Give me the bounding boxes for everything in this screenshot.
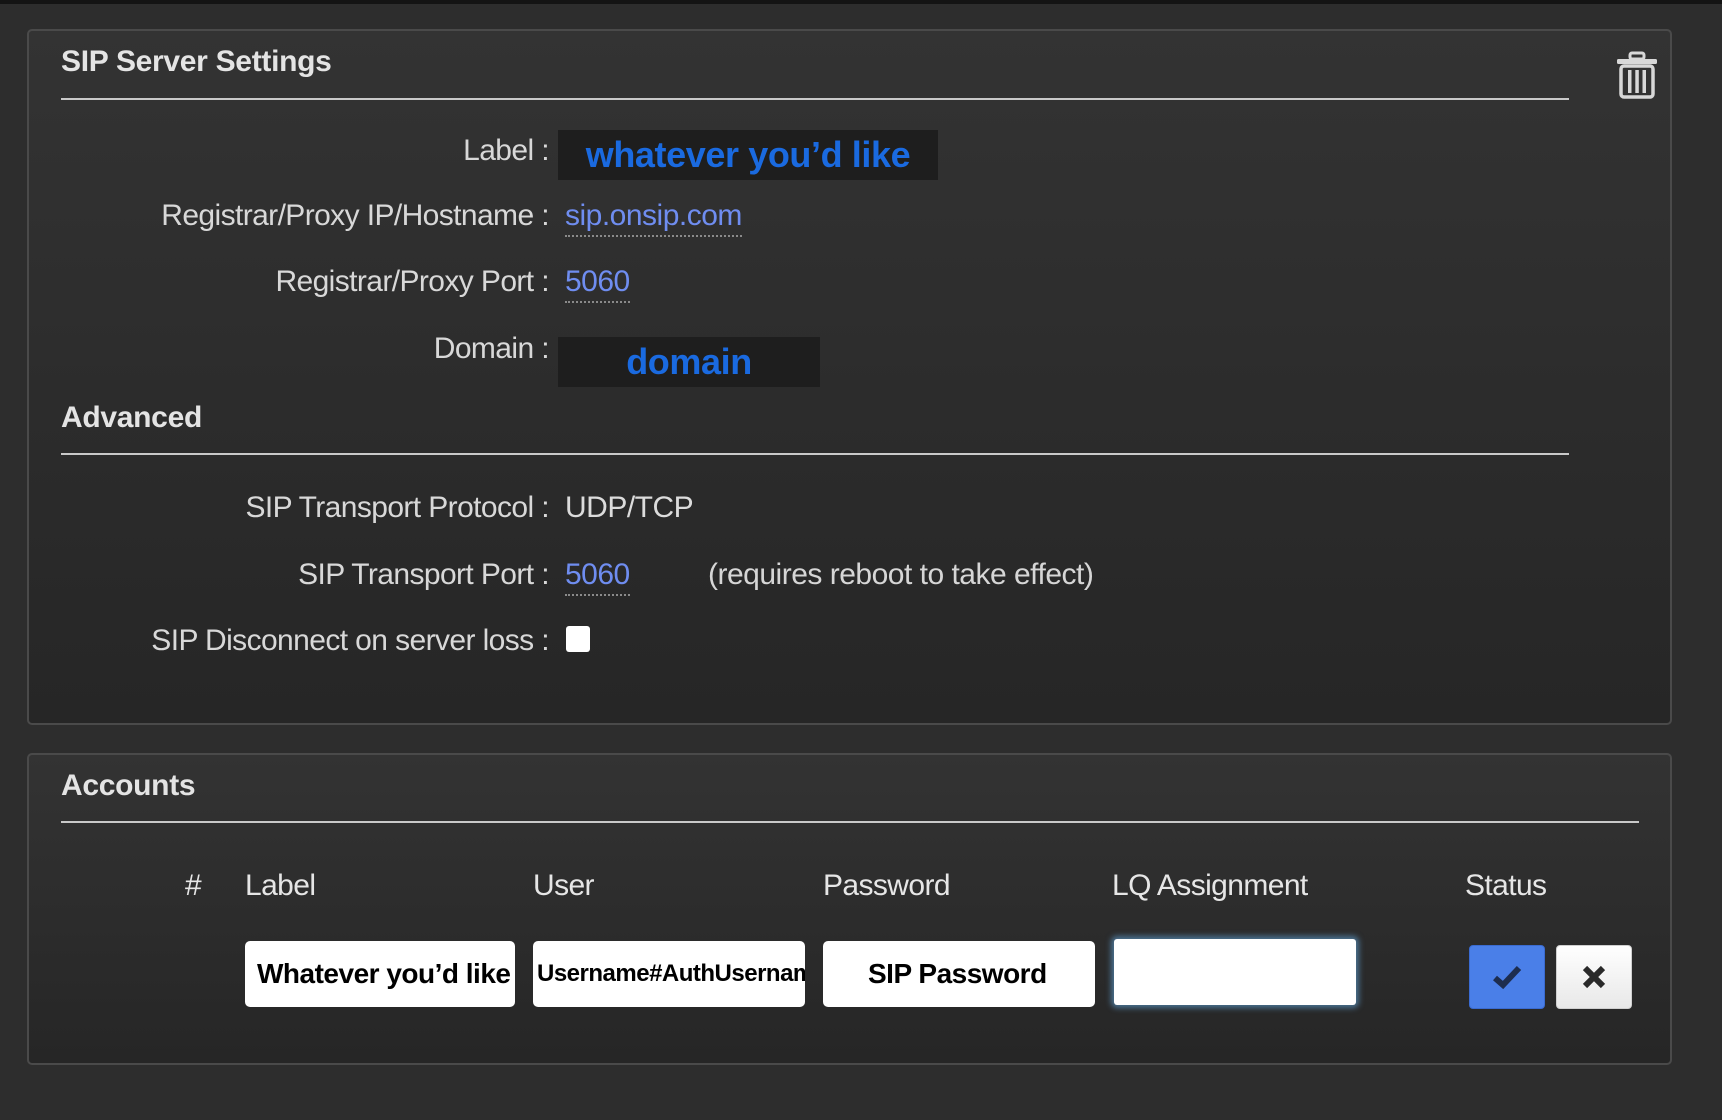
domain-field-label: Domain : <box>433 332 550 365</box>
column-header-password: Password <box>823 869 951 902</box>
sip-server-settings-panel: SIP Server Settings Label : whatever you… <box>27 29 1672 725</box>
label-field-label: Label : <box>463 134 549 167</box>
domain-value[interactable]: domain <box>558 337 820 387</box>
accounts-title: Accounts <box>61 769 196 802</box>
advanced-divider <box>61 453 1569 455</box>
transport-port-row: SIP Transport Port : <box>29 558 550 598</box>
hostname-value[interactable]: sip.onsip.com <box>565 199 742 237</box>
transport-port-label: SIP Transport Port : <box>298 558 550 591</box>
top-strip <box>0 0 1722 4</box>
label-row: Label : <box>29 134 549 174</box>
account-lq-assignment-input[interactable] <box>1114 939 1356 1005</box>
transport-protocol-value: UDP/TCP <box>565 491 694 524</box>
cancel-account-button[interactable] <box>1556 945 1632 1009</box>
column-header-lq-assignment: LQ Assignment <box>1112 869 1308 902</box>
domain-row: Domain : <box>29 332 550 372</box>
transport-protocol-row: SIP Transport Protocol : <box>29 491 549 531</box>
transport-protocol-label: SIP Transport Protocol : <box>245 491 549 524</box>
column-header-user: User <box>533 869 595 902</box>
panel-title: SIP Server Settings <box>61 45 332 78</box>
port-value[interactable]: 5060 <box>565 265 630 303</box>
disconnect-label: SIP Disconnect on server loss : <box>151 624 549 657</box>
trash-icon <box>1617 51 1657 99</box>
account-label-input[interactable]: Whatever you’d like <box>245 941 515 1007</box>
delete-server-button[interactable] <box>1615 51 1659 104</box>
port-row: Registrar/Proxy Port : <box>29 265 549 305</box>
port-field-label: Registrar/Proxy Port : <box>275 265 549 298</box>
reboot-note: (requires reboot to take effect) <box>708 558 1094 591</box>
column-header-number: # <box>185 869 202 902</box>
column-header-status: Status <box>1465 869 1547 902</box>
column-header-label: Label <box>245 869 316 902</box>
advanced-section-title: Advanced <box>61 401 202 434</box>
disconnect-row: SIP Disconnect on server loss : <box>29 624 549 664</box>
accounts-panel: Accounts # Label User Password LQ Assign… <box>27 753 1672 1065</box>
accounts-divider <box>61 821 1639 823</box>
account-password-input[interactable]: SIP Password <box>823 941 1095 1007</box>
confirm-account-button[interactable] <box>1469 945 1545 1009</box>
account-user-input[interactable]: Username#AuthUsername <box>533 941 805 1007</box>
check-icon <box>1493 965 1522 990</box>
close-icon <box>1582 965 1606 989</box>
title-divider <box>61 98 1569 100</box>
transport-port-value[interactable]: 5060 <box>565 558 630 596</box>
server-label-value[interactable]: whatever you’d like <box>558 130 938 180</box>
disconnect-checkbox[interactable] <box>566 626 590 652</box>
hostname-field-label: Registrar/Proxy IP/Hostname : <box>161 199 549 232</box>
hostname-row: Registrar/Proxy IP/Hostname : <box>29 199 549 239</box>
